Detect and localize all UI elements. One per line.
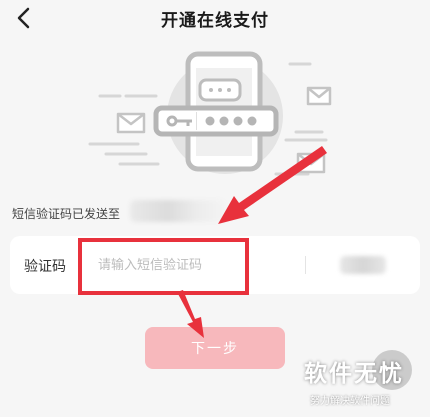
resend-code-button[interactable]	[340, 256, 386, 274]
next-step-button[interactable]: 下一步	[145, 327, 285, 369]
masked-phone-number	[130, 200, 225, 222]
sms-sent-notice: 短信验证码已发送至	[12, 207, 121, 221]
annotation-highlight-box	[78, 238, 249, 295]
header-bar: 开通在线支付	[0, 0, 430, 36]
watermark-title: 软件无忧	[304, 361, 404, 387]
verification-code-label: 验证码	[24, 259, 66, 275]
sms-verification-illustration	[88, 51, 332, 176]
field-divider	[305, 256, 306, 274]
page-title: 开通在线支付	[161, 11, 269, 31]
watermark-subtitle: 努力解决软件问题	[310, 396, 390, 407]
